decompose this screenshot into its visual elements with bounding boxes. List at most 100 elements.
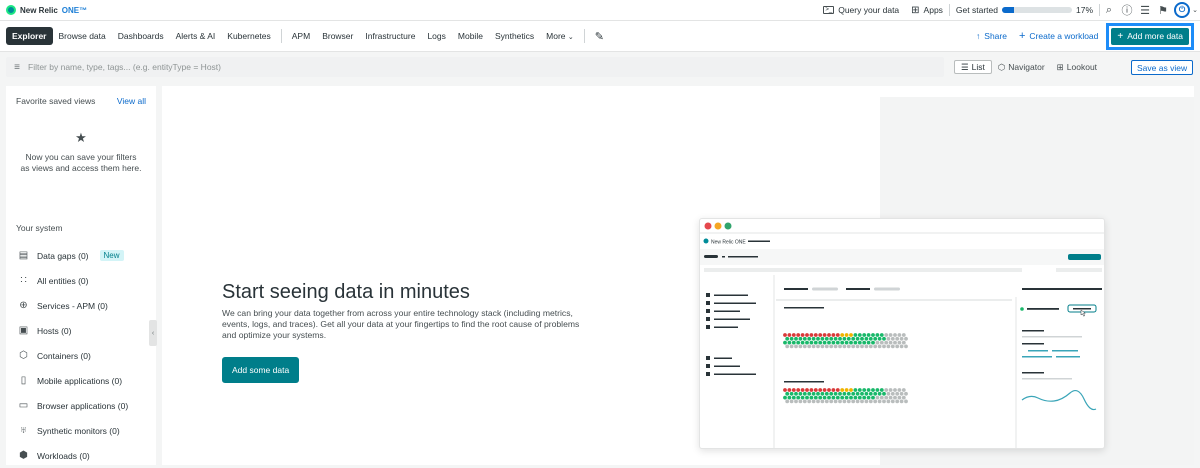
status-dot — [849, 388, 853, 392]
status-dot — [842, 399, 847, 404]
sidebar-item-label: Synthetic monitors (0) — [37, 425, 120, 436]
status-dot — [864, 336, 869, 341]
status-dot — [805, 395, 809, 400]
lookout-view-button[interactable]: ⊞ Lookout — [1051, 60, 1103, 74]
sidebar-item-synthetic-monitors[interactable]: ♅ Synthetic monitors (0) — [6, 418, 156, 443]
status-dot — [829, 336, 834, 341]
status-dot — [838, 336, 842, 341]
status-dot — [785, 336, 790, 341]
status-dot — [844, 333, 849, 337]
sidebar-item-services-apm[interactable]: ⊕ Services - APM (0) — [6, 293, 156, 318]
tab-infrastructure[interactable]: Infrastructure — [359, 27, 421, 45]
sidebar-item-hosts[interactable]: ▣ Hosts (0) — [6, 318, 156, 343]
status-dot — [866, 388, 871, 392]
sidebar-item-browser-applications[interactable]: ▭ Browser applications (0) — [6, 393, 156, 418]
add-some-data-button[interactable]: Add some data — [222, 357, 300, 383]
status-dot — [899, 391, 904, 396]
tab-browser[interactable]: Browser — [316, 27, 359, 45]
status-dot — [875, 395, 880, 400]
tab-dashboards[interactable]: Dashboards — [112, 27, 170, 45]
status-dot — [882, 336, 886, 341]
status-dot — [857, 340, 862, 345]
plus-icon: + — [1117, 30, 1124, 42]
view-all-link[interactable]: View all — [117, 96, 146, 106]
status-dot — [871, 395, 875, 400]
status-dot — [831, 395, 836, 400]
help-icon[interactable]: ⓘ — [1118, 0, 1136, 20]
status-dot — [899, 399, 904, 404]
status-dot — [879, 333, 884, 337]
status-dot — [783, 395, 787, 400]
sidebar-item-all-entities[interactable]: ∷ All entities (0) — [6, 268, 156, 293]
add-more-data-highlight: + Add more data — [1106, 22, 1194, 50]
get-started-label: Get started — [955, 5, 998, 15]
tab-apm[interactable]: APM — [286, 27, 316, 45]
new-badge: New — [99, 250, 124, 261]
tab-explorer[interactable]: Explorer — [6, 27, 53, 45]
status-dot — [818, 388, 823, 392]
status-dot — [787, 388, 792, 392]
sidebar-item-data-gaps[interactable]: ▤ Data gaps (0) New — [6, 243, 156, 268]
status-dot — [866, 395, 871, 400]
query-your-data-button[interactable]: >_ Query your data — [817, 0, 905, 20]
tab-alerts-ai[interactable]: Alerts & AI — [170, 27, 222, 45]
tab-mobile[interactable]: Mobile — [452, 27, 489, 45]
plus-icon: + — [1018, 30, 1026, 42]
sidebar-item-label: Browser applications (0) — [37, 400, 129, 411]
tab-browse-data[interactable]: Browse data — [53, 27, 112, 45]
filter-input[interactable]: Filter by name, type, tags... (e.g. enti… — [28, 62, 221, 72]
search-icon[interactable]: ⌕ — [1100, 0, 1118, 20]
status-dot — [798, 344, 803, 349]
tab-kubernetes[interactable]: Kubernetes — [221, 27, 276, 45]
tab-more[interactable]: More ⌄ — [540, 27, 580, 45]
sidebar-item-label: Hosts (0) — [37, 325, 72, 336]
new-relic-logo[interactable]: New Relic ONE™ — [0, 5, 87, 15]
notifications-icon[interactable]: ⚑ — [1154, 0, 1172, 20]
svg-text:New Relic ONE: New Relic ONE — [711, 240, 746, 246]
status-dot — [816, 344, 820, 349]
main-nav: Explorer Browse data Dashboards Alerts &… — [0, 20, 1200, 52]
status-dot — [895, 336, 900, 341]
filter-bar[interactable]: ≡ Filter by name, type, tags... (e.g. en… — [6, 57, 944, 77]
sidebar-item-workloads[interactable]: ⬢ Workloads (0) — [6, 443, 156, 468]
add-more-data-button[interactable]: + Add more data — [1111, 27, 1189, 45]
list-view-button[interactable]: ☰ List — [954, 60, 992, 74]
apps-button[interactable]: ⊞ Apps — [905, 0, 949, 20]
status-dot — [897, 333, 902, 337]
share-button[interactable]: ↑ Share — [970, 31, 1013, 41]
pencil-icon[interactable]: ✎ — [589, 26, 610, 47]
status-dot — [875, 340, 880, 345]
status-dot — [833, 344, 838, 349]
status-dot — [791, 395, 796, 400]
status-dot — [877, 344, 882, 349]
user-menu-button[interactable]: ⏻ ⌄ — [1172, 0, 1200, 20]
get-started-progress-fill — [1001, 7, 1014, 13]
status-dot — [884, 395, 889, 400]
sidebar-collapse-handle[interactable]: ‹ — [149, 320, 157, 346]
get-started-percent: 17% — [1075, 5, 1093, 15]
tab-synthetics[interactable]: Synthetics — [489, 27, 540, 45]
top-bar: New Relic ONE™ >_ Query your data ⊞ Apps… — [0, 0, 1200, 20]
tab-logs[interactable]: Logs — [421, 27, 451, 45]
status-dot — [783, 388, 787, 392]
navigator-view-button[interactable]: ⬡ Navigator — [992, 60, 1051, 74]
status-dot — [791, 340, 796, 345]
feedback-icon[interactable]: ☰ — [1136, 0, 1154, 20]
status-dot — [893, 395, 897, 400]
sidebar-item-mobile-applications[interactable]: ▯ Mobile applications (0) — [6, 368, 156, 393]
status-dot — [904, 391, 908, 396]
save-as-view-button[interactable]: Save as view — [1131, 60, 1194, 75]
status-dot — [897, 395, 902, 400]
status-dot — [813, 395, 818, 400]
status-dot — [851, 391, 856, 396]
status-dot — [827, 340, 831, 345]
status-dot — [794, 399, 798, 404]
status-dot — [886, 336, 891, 341]
status-dot — [901, 340, 906, 345]
create-workload-button[interactable]: + Create a workload — [1013, 30, 1104, 42]
status-dot — [833, 391, 838, 396]
status-dot — [901, 333, 906, 337]
status-dot — [857, 388, 862, 392]
sidebar-item-containers[interactable]: ⬡ Containers (0) — [6, 343, 156, 368]
get-started-button[interactable]: Get started 17% — [950, 0, 1099, 20]
